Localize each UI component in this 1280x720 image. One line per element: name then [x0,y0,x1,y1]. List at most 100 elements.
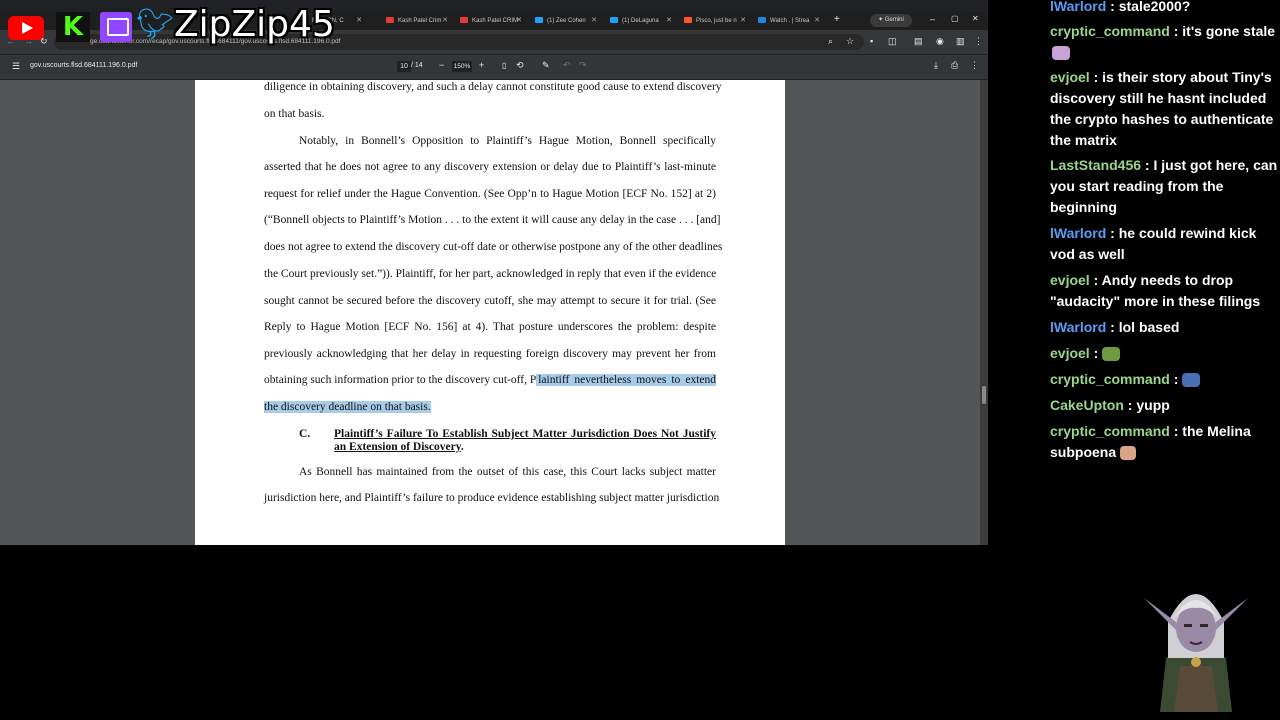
doc-line: request for relief under the Hague Conve… [264,188,716,200]
chat-message: lWarlord : lol based [1050,319,1180,335]
annotate-icon[interactable]: ✎ [542,60,550,71]
chat-message: evjoel : Andy needs to drop "audacity" m… [1050,272,1261,309]
chat-message: CakeUpton : yupp [1050,397,1170,413]
browser-tab[interactable]: Kash Patel CRIM ✕ [460,14,522,28]
puzzle-icon[interactable]: ◫ [888,36,897,47]
fit-page-icon[interactable]: ▯ [502,61,506,70]
browser-tab[interactable]: Pisco, just be n ✕ [684,14,746,28]
maximize-icon[interactable]: ▢ [951,14,959,23]
doc-line: the Court previously set.”)). Plaintiff,… [264,268,717,280]
chat-message: evjoel : is their story about Tiny's dis… [1050,69,1274,148]
section-heading-text: an Extension of Discovery [334,441,461,453]
gemini-label: Gemini [884,17,904,23]
chat-message: cryptic_command : [1050,369,1278,390]
download-icon[interactable]: ⤓ [934,60,938,71]
sidepanel-icon[interactable]: ▤ [914,36,923,47]
doc-line: previously acknowledging that her delay … [264,348,716,360]
doc-line: (“Bonnell objects to Plaintiff’s Motion … [264,214,721,226]
close-icon[interactable]: ✕ [516,14,522,28]
chat-username[interactable]: lWarlord [1050,0,1106,14]
chat-message: evjoel : [1050,343,1278,364]
chat-message: lWarlord : stale2000? [1050,0,1191,14]
close-icon[interactable]: ✕ [666,14,672,28]
heading-period: . [460,441,464,453]
zoom-out-icon[interactable]: − [439,60,444,70]
close-icon[interactable]: ✕ [356,14,362,28]
close-icon[interactable]: ✕ [442,14,448,28]
pdf-filename: gov.uscourts.flsd.684111.196.0.pdf [30,62,138,69]
minimize-icon[interactable]: – [930,14,935,24]
undo-icon[interactable]: ↶ [563,60,571,71]
gemini-button[interactable]: ✦ Gemini [870,14,912,27]
rotate-icon[interactable]: ⟲ [516,60,524,71]
close-icon[interactable]: ✕ [814,14,820,28]
chat-username[interactable]: LastStand456 [1050,157,1141,173]
chat-username[interactable]: evjoel [1050,69,1090,85]
doc-line: the discovery deadline on that basis. [264,401,716,413]
doc-line: sought cannot be secured before the disc… [264,295,716,307]
zoom-in-icon[interactable]: + [479,60,484,70]
browser-tab[interactable]: Kash Patel Crim ✕ [386,14,448,28]
hamburger-menu-icon[interactable]: ☰ [12,61,20,72]
chat-username[interactable]: evjoel [1050,272,1090,288]
doc-line: Notably, in Bonnell’s Opposition to Plai… [299,135,716,147]
redo-icon[interactable]: ↷ [579,60,587,71]
doc-line: Reply to Hague Motion [ECF No. 156] at 4… [264,321,716,333]
zoom-icon[interactable]: ⌕ [828,36,833,47]
browser-tab[interactable]: (1) DeLaguna ✕ [610,14,672,28]
tab-label: Kash Patel Crim [398,18,442,24]
chat-text: lol based [1118,319,1180,335]
new-tab-icon[interactable]: + [834,14,840,25]
chat-text: it's gone stale [1182,23,1276,39]
doc-line: on that basis. [264,108,325,120]
star-icon[interactable]: ☆ [846,36,854,47]
chat-username[interactable]: cryptic_command [1050,23,1170,39]
extension-icon[interactable]: ▪ [870,36,873,46]
scrollbar[interactable] [980,80,988,545]
face-emote [1120,446,1137,461]
print-icon[interactable]: ⎙ [951,60,958,71]
channel-name: ZipZip45 [174,4,335,45]
close-icon[interactable]: ✕ [591,14,597,28]
blue-character-emote [1182,373,1201,388]
youtube-logo [8,16,44,40]
close-icon[interactable]: ✕ [740,14,746,28]
tab-label: Kash Patel CRIM [472,18,519,24]
profile-icon[interactable]: ◉ [936,36,944,47]
chat-username[interactable]: lWarlord [1050,225,1106,241]
twitch-logo [100,12,132,42]
close-window-icon[interactable]: ✕ [972,14,979,23]
kick-logo: K [56,12,90,42]
browser-tab[interactable]: (1) Zee Cohen ✕ [535,14,597,28]
doc-line-highlighted: obtaining such information prior to the … [264,374,716,386]
tab-favicon [386,17,394,24]
scrollbar-thumb[interactable] [982,386,986,404]
zoom-input[interactable]: 150% [452,61,472,72]
more-options-icon[interactable]: ⋮ [970,60,979,71]
tab-label: (1) Zee Cohen [547,18,586,24]
chat-username[interactable]: CakeUpton [1050,397,1124,413]
elf-avatar-illustration [1144,594,1248,712]
download-icon[interactable]: ▥ [956,36,965,47]
menu-icon[interactable]: ⋮ [974,36,983,47]
chat-username[interactable]: lWarlord [1050,319,1106,335]
chat-text: yupp [1136,397,1170,413]
tab-label: (1) DeLaguna [622,18,659,24]
chat-message: lWarlord : he could rewind kick vod as w… [1050,225,1257,262]
text-selection: the discovery deadline on that basis. [264,401,431,413]
doc-line: diligence in obtaining discovery, and su… [264,81,722,93]
chat-message: cryptic_command : the Melina subpoena [1050,423,1251,461]
doc-line: jurisdiction here, and Plaintiff’s failu… [264,492,720,504]
chat-username[interactable]: cryptic_command [1050,423,1170,439]
streamer-avatar [1140,562,1252,712]
chat-message: cryptic_command : it's gone stale [1050,21,1278,63]
doc-line: asserted that he does not agree to any d… [264,161,716,173]
frog-emote [1102,347,1121,362]
page-number-input[interactable]: 10 [397,61,411,72]
chat-username[interactable]: evjoel [1050,345,1090,361]
page-total: / 14 [411,62,423,69]
doc-text: obtaining such information prior to the … [264,374,537,386]
tab-favicon [535,17,543,24]
chat-username[interactable]: cryptic_command [1050,371,1170,387]
browser-tab[interactable]: Watch . | Strea ✕ [758,14,820,28]
